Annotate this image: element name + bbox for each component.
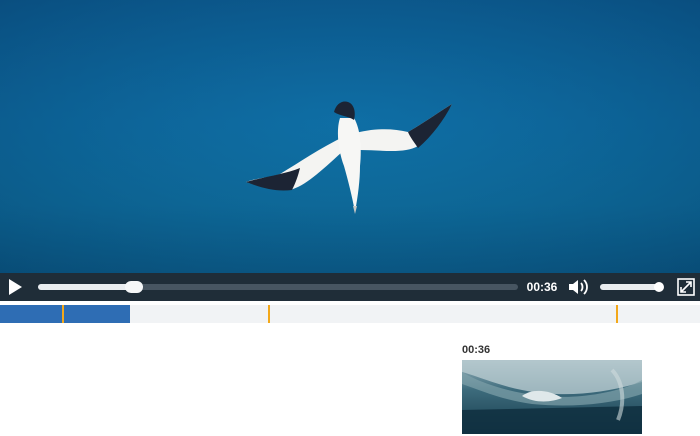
volume-level xyxy=(600,284,659,290)
video-control-bar: 00:36 xyxy=(0,273,700,301)
hover-preview: 00:36 xyxy=(462,343,642,434)
fullscreen-icon xyxy=(677,278,695,296)
chapter-marker[interactable] xyxy=(616,305,618,323)
volume-icon xyxy=(569,279,588,295)
chapter-marker[interactable] xyxy=(61,305,64,323)
chapter-marker[interactable] xyxy=(268,305,271,323)
seek-bar[interactable] xyxy=(38,281,518,293)
mute-button[interactable] xyxy=(568,278,590,296)
preview-thumbnail-image xyxy=(462,360,642,434)
volume-handle[interactable] xyxy=(653,282,664,292)
play-button[interactable] xyxy=(6,278,24,296)
play-icon xyxy=(9,279,22,295)
chapter-timeline[interactable] xyxy=(0,305,700,323)
chapter-timeline-progress xyxy=(0,305,131,323)
preview-thumbnail xyxy=(462,360,642,434)
preview-time: 00:36 xyxy=(462,344,491,356)
fullscreen-button[interactable] xyxy=(677,278,695,296)
volume-slider[interactable] xyxy=(600,282,664,292)
current-time: 00:36 xyxy=(526,280,558,294)
video-frame[interactable] xyxy=(0,0,700,273)
video-image-gannet xyxy=(0,0,700,273)
seek-handle[interactable] xyxy=(125,281,143,293)
seek-bar-played xyxy=(38,284,134,290)
